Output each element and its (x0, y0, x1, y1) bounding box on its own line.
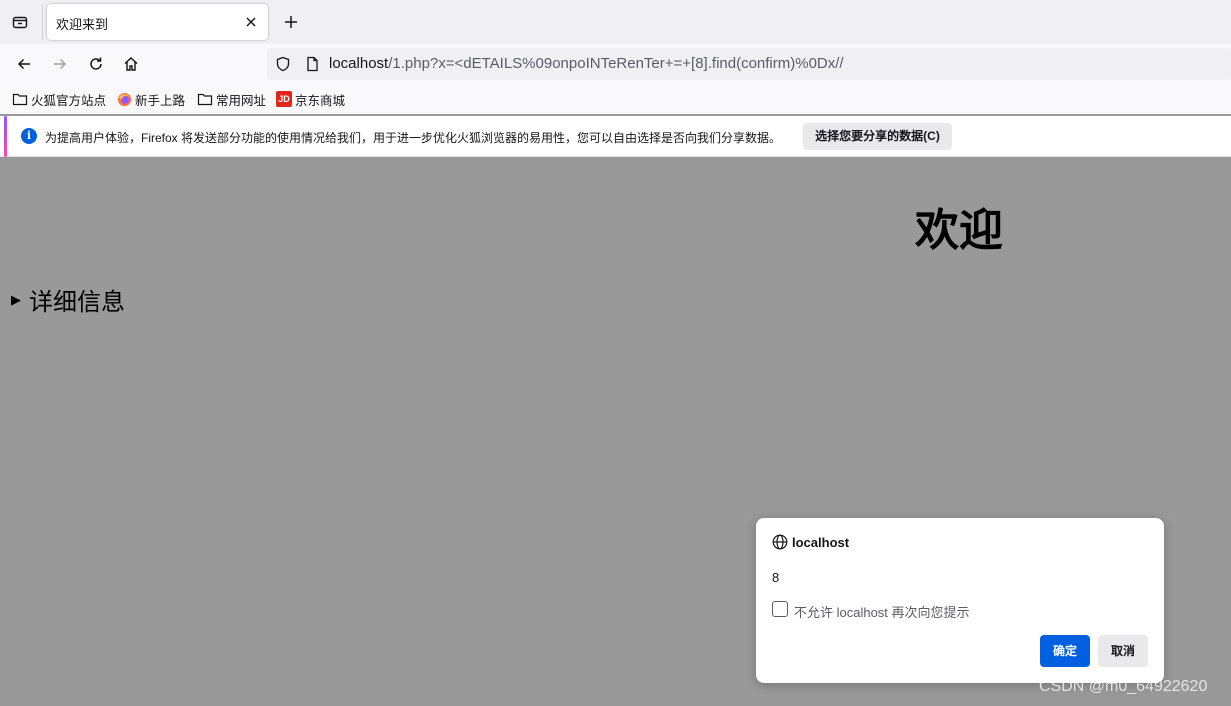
page-heading: 欢迎 (915, 206, 1003, 255)
forward-icon[interactable] (46, 50, 74, 78)
bookmark-label: 火狐官方站点 (31, 93, 107, 108)
bookmark-label: 常用网址 (216, 93, 267, 108)
details-element[interactable]: ▶ 详细信息 (11, 282, 125, 317)
back-icon[interactable] (10, 50, 38, 78)
data-sharing-notification: i 为提高用户体验，Firefox 将发送部分功能的使用情况给我们，用于进一步优… (0, 116, 1231, 157)
watermark: CSDN @m0_64922620 (1039, 678, 1208, 695)
url-path: /1.php?x=<dETAILS%09onpoINTeRenTer+=+[8]… (388, 55, 844, 72)
page-info-icon[interactable] (304, 56, 320, 72)
details-summary[interactable]: 详细信息 (29, 282, 125, 317)
dialog-origin: localhost (792, 535, 850, 550)
suppress-prompts-checkbox[interactable] (772, 601, 788, 617)
tab-strip: 欢迎来到 (0, 0, 1231, 44)
active-tab[interactable]: 欢迎来到 (47, 4, 268, 40)
bookmark-common-sites[interactable]: 常用网址 (197, 90, 266, 108)
url-text[interactable]: localhost/1.php?x=<dETAILS%09onpoINTeRen… (329, 55, 844, 72)
cancel-button[interactable]: 取消 (1098, 635, 1148, 667)
ok-button[interactable]: 确定 (1040, 635, 1090, 667)
dialog-message: 8 (772, 570, 780, 585)
globe-icon (772, 534, 788, 550)
notification-accent (4, 116, 7, 157)
bookmark-label: 新手上路 (135, 93, 186, 108)
bookmark-getting-started[interactable]: 新手上路 (116, 90, 185, 108)
alert-dialog: localhost 8 不允许 localhost 再次向您提示 确定 取消 (756, 518, 1164, 683)
reload-icon[interactable] (82, 50, 110, 78)
home-icon[interactable] (117, 50, 145, 78)
url-bar[interactable]: localhost/1.php?x=<dETAILS%09onpoINTeRen… (267, 48, 1231, 80)
tab-list-icon[interactable] (6, 8, 34, 36)
folder-icon (197, 91, 213, 107)
suppress-prompts-label[interactable]: 不允许 localhost 再次向您提示 (794, 602, 970, 621)
info-icon: i (21, 128, 37, 144)
tabstrip-divider (42, 4, 43, 40)
new-tab-icon[interactable] (278, 9, 304, 35)
tab-title: 欢迎来到 (56, 17, 109, 32)
bookmark-label: 京东商城 (295, 93, 346, 108)
tracking-shield-icon[interactable] (275, 56, 291, 72)
navigation-bar: localhost/1.php?x=<dETAILS%09onpoINTeRen… (0, 44, 1231, 84)
bookmarks-toolbar: 火狐官方站点 新手上路 常用网址 JD 京东商城 (0, 84, 1231, 114)
jd-icon: JD (276, 91, 292, 107)
folder-icon (12, 91, 28, 107)
notification-text: 为提高用户体验，Firefox 将发送部分功能的使用情况给我们，用于进一步优化火… (45, 131, 782, 145)
close-tab-icon[interactable] (242, 13, 260, 31)
bookmark-jd-mall[interactable]: JD 京东商城 (276, 90, 345, 108)
url-host: localhost (329, 55, 389, 72)
firefox-icon (116, 91, 132, 107)
disclosure-triangle-icon[interactable]: ▶ (11, 292, 21, 308)
choose-data-button[interactable]: 选择您要分享的数据(C) (803, 123, 952, 150)
bookmark-firefox-official[interactable]: 火狐官方站点 (12, 90, 106, 108)
